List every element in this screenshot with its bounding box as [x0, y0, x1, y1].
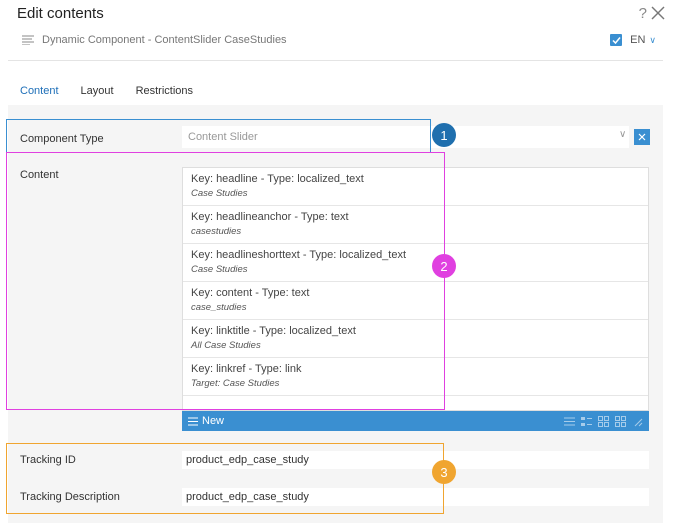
new-button-label: New — [202, 415, 225, 427]
subtitle-text: Dynamic Component - ContentSlider CaseSt… — [42, 34, 287, 46]
annotation-box-1 — [6, 119, 431, 153]
chevron-down-icon[interactable]: ∨ — [619, 129, 626, 140]
list-lines-icon — [188, 417, 198, 425]
annotation-box-3 — [6, 443, 444, 514]
detail-view-icon[interactable] — [581, 416, 592, 427]
content-toolbar: New — [182, 411, 649, 431]
tab-bar: Content Layout Restrictions — [20, 85, 193, 107]
list-lines-icon — [22, 35, 34, 45]
language-label: EN — [630, 34, 646, 46]
language-checkbox[interactable] — [610, 34, 623, 46]
resize-handle-icon[interactable] — [632, 416, 643, 427]
component-subtitle: Dynamic Component - ContentSlider CaseSt… — [22, 34, 287, 46]
tile-view-icon[interactable] — [615, 415, 626, 427]
help-button[interactable]: ? — [639, 5, 647, 22]
annotation-badge-2: 2 — [432, 254, 456, 278]
annotation-badge-1: 1 — [432, 123, 456, 147]
close-icon — [638, 133, 646, 141]
dialog-header: Edit contents ? Dynamic Component - Cont… — [0, 0, 682, 62]
header-divider — [8, 60, 663, 61]
chevron-down-icon[interactable]: ∨ — [649, 35, 656, 46]
new-button[interactable]: New — [188, 415, 224, 427]
clear-selection-button[interactable] — [634, 129, 650, 145]
view-tools — [564, 415, 649, 427]
annotation-box-2 — [6, 152, 445, 410]
checkmark-icon — [612, 36, 621, 44]
close-icon[interactable] — [649, 4, 667, 22]
tab-restrictions[interactable]: Restrictions — [136, 85, 193, 107]
list-view-icon[interactable] — [564, 416, 575, 427]
grid-view-icon[interactable] — [598, 415, 609, 427]
tab-layout[interactable]: Layout — [81, 85, 114, 107]
language-selector[interactable]: EN ∨ — [610, 34, 656, 46]
annotation-badge-3: 3 — [432, 460, 456, 484]
tab-content[interactable]: Content — [20, 85, 59, 107]
dialog-title: Edit contents — [17, 5, 104, 22]
